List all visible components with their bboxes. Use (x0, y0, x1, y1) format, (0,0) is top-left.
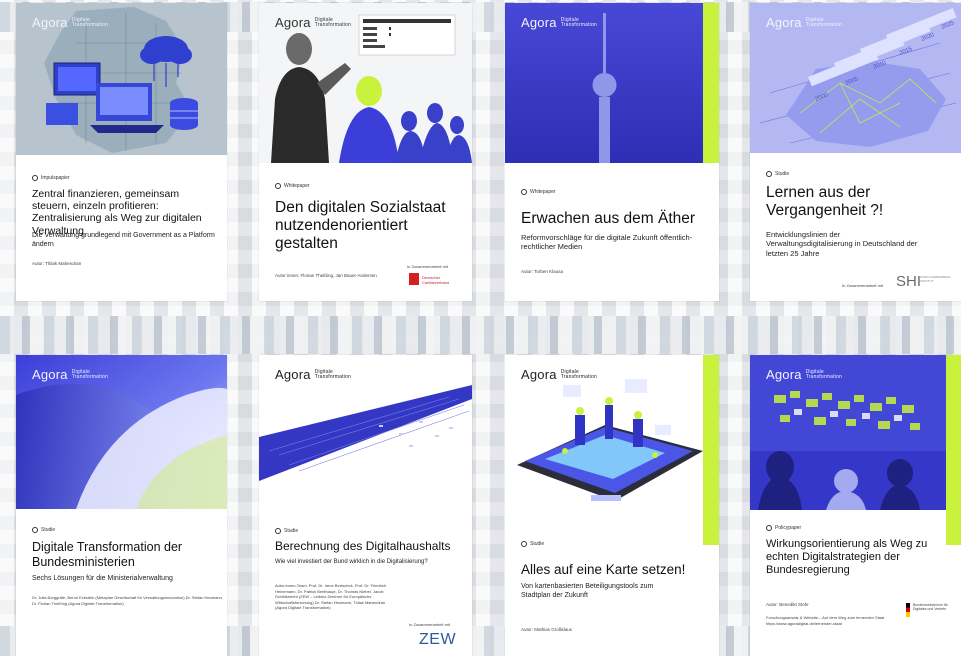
cover-title: Alles auf eine Karte setzen! (521, 562, 686, 577)
cover-author: Autor: Mathias Großklaus (521, 627, 573, 632)
agora-logo: Agora Digitale Transformation (32, 15, 108, 30)
cover-author: Autor:innen: Florian Theißing, Jan Bauer… (275, 273, 377, 278)
cover-subtitle: Von kartenbasierten Beteiligungstools zu… (521, 583, 654, 599)
publication-type: Impulspapier (32, 175, 70, 181)
agora-logo: Agora Digitale Transformation (275, 15, 351, 30)
circle-icon (521, 189, 527, 195)
publication-cover-digitaler-sozialstaat[interactable]: Agora Digitale Transformation Whitepaper … (259, 3, 472, 301)
circle-icon (275, 183, 281, 189)
federal-eagle-icon (906, 603, 910, 617)
agora-logo: Agora Digitale Transformation (766, 367, 842, 382)
cover-author: Autor:innen-Team: Prof. Dr. Irene Bertsc… (275, 583, 387, 611)
publication-cover-digitalhaushalt[interactable]: Agora Digitale Transformation Studie Bere… (259, 355, 472, 656)
cover-author: Autor: Thilak Mahendran (32, 261, 82, 266)
cover-title: Digitale Transformation der Bundesminist… (32, 540, 183, 569)
publication-type: Whitepaper (275, 183, 310, 189)
publication-cover-wirkungsorientierung[interactable]: Agora Digitale Transformation Policypaper… (750, 355, 961, 656)
publication-cover-zentral-finanzieren[interactable]: Agora Digitale Transformation Impulspapie… (16, 3, 227, 301)
cover-title: Zentral finanzieren, gemeinsam steuern, … (32, 188, 202, 237)
cover-subtitle: Sechs Lösungen für die Ministerialverwal… (32, 575, 173, 582)
circle-icon (766, 525, 772, 531)
cover-subtitle: Entwicklungslinien der Verwaltungsdigita… (766, 230, 918, 258)
agora-logo: Agora Digitale Transformation (275, 367, 351, 382)
agora-logo: Agora Digitale Transformation (766, 15, 842, 30)
agora-logo: Agora Digitale Transformation (521, 367, 597, 382)
circle-icon (32, 527, 38, 533)
cover-author: Autor: Benedikt Stöhr (766, 602, 809, 607)
partner-label: In Zusammenarbeit mit (842, 283, 883, 288)
accent-stripe (703, 3, 719, 163)
agora-logo: Agora Digitale Transformation (32, 367, 108, 382)
cover-subtitle: Reformvorschläge für die digitale Zukunf… (521, 233, 693, 252)
publication-cover-karte-setzen[interactable]: Agora Digitale Transformation Studie Alle… (505, 355, 719, 656)
accent-stripe (946, 355, 961, 545)
publication-type: Studie (521, 541, 544, 547)
cover-subtitle: Wie viel investiert der Bund wirklich in… (275, 559, 428, 565)
blurred-background-band (0, 316, 961, 354)
database-icon (170, 98, 198, 130)
publication-cover-bundesministerien[interactable]: Agora Digitale Transformation Studie Digi… (16, 355, 227, 656)
publication-type: Whitepaper (521, 189, 556, 195)
publication-cover-lernen-aus-der-vergangenheit[interactable]: 2000 2005 2010 2015 2020 2025 Agora Digit… (750, 3, 961, 301)
partner-name: ZEW (419, 631, 457, 648)
cover-title: Lernen aus der Vergangenheit ?! (766, 184, 884, 219)
publication-type: Studie (32, 527, 55, 533)
cover-title: Erwachen aus dem Äther (521, 210, 696, 227)
cover-author: Autor: Torben Klausa (521, 269, 563, 274)
partner-label: In Zusammenarbeit mit (407, 264, 448, 269)
accent-stripe (703, 355, 719, 545)
partner-label: In Zusammenarbeit mit (409, 622, 450, 627)
cover-title: Den digitalen Sozialstaat nutzendenorien… (275, 199, 446, 252)
publication-type: Studie (766, 171, 789, 177)
circle-icon (32, 175, 38, 181)
partner-name: Bundesministerium für Digitales und Verk… (913, 603, 948, 611)
circle-icon (766, 171, 772, 177)
partner-name: SHI (896, 273, 922, 290)
cover-note: Forschungsansatz & Website – Auf dem Weg… (766, 615, 885, 626)
cover-title: Berechnung des Digitalhaushalts (275, 539, 451, 553)
cover-author: Dr. Julia Borggräfe, Bernd Eckstein (Met… (32, 595, 223, 606)
agora-logo: Agora Digitale Transformation (521, 15, 597, 30)
publication-type: Policypaper (766, 525, 801, 531)
publication-cover-erwachen-aus-dem-aether[interactable]: Agora Digitale Transformation Whitepaper … (505, 3, 719, 301)
partner-name: Deutscher Caritasverband (422, 275, 450, 285)
partner-note: STEIN HARDENBERG INSTITUT (920, 275, 951, 283)
circle-icon (275, 528, 281, 534)
cover-title: Wirkungsorientierung als Weg zu echten D… (766, 538, 928, 576)
circle-icon (521, 541, 527, 547)
caritas-logo-icon (409, 273, 419, 285)
publication-type: Studie (275, 528, 298, 534)
cover-subtitle: Die Verwaltung grundlegend mit Governmen… (32, 232, 215, 248)
